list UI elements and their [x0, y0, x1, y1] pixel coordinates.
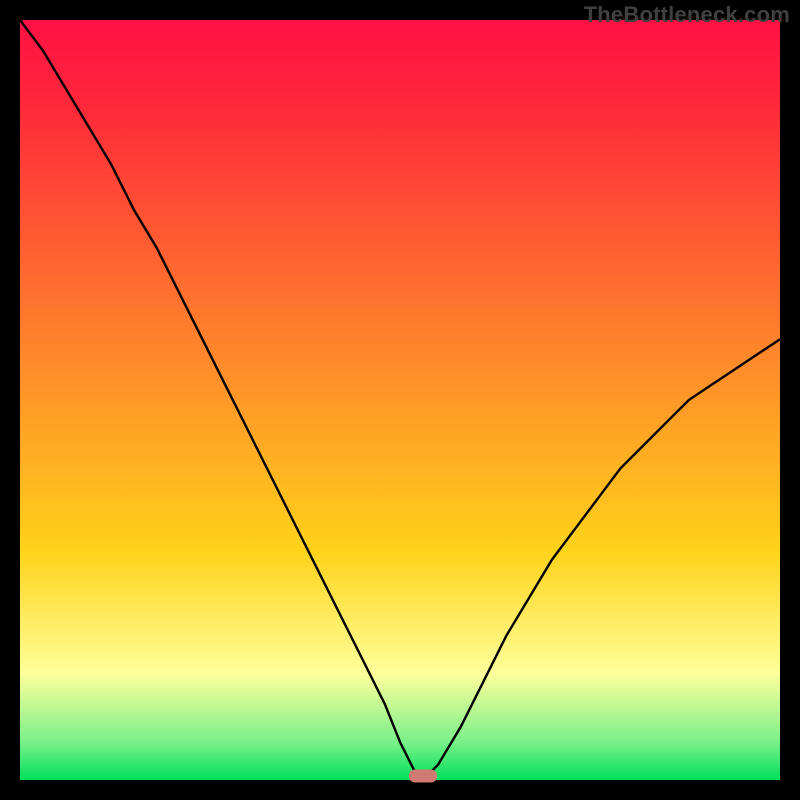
watermark-text: TheBottleneck.com: [584, 2, 790, 28]
plot-area: [20, 20, 780, 780]
chart-frame: TheBottleneck.com: [0, 0, 800, 800]
bottleneck-curve: [20, 20, 780, 780]
curve-path: [20, 20, 780, 780]
minimum-marker: [409, 770, 437, 783]
